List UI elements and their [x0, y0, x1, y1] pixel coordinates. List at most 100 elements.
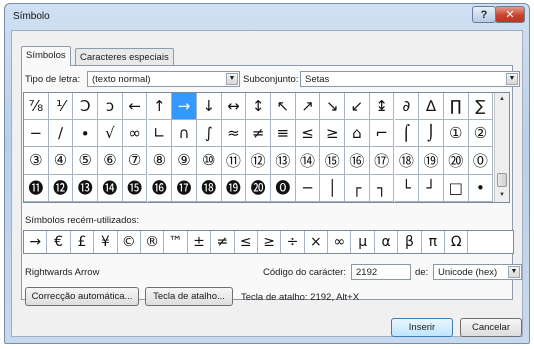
- symbol-cell[interactable]: Ↄ: [73, 93, 99, 121]
- recent-symbol-cell[interactable]: ±: [188, 231, 212, 253]
- close-button[interactable]: ✕: [495, 6, 525, 23]
- symbol-cell[interactable]: □: [443, 174, 469, 202]
- recent-symbol-cell[interactable]: £: [71, 231, 95, 253]
- symbol-cell[interactable]: ⓳: [221, 174, 247, 202]
- symbol-cell[interactable]: ⑬: [271, 147, 296, 175]
- symbol-cell[interactable]: ⑥: [98, 147, 123, 175]
- symbol-cell[interactable]: ①: [443, 120, 469, 148]
- symbol-cell[interactable]: ∩: [172, 120, 197, 148]
- symbol-cell[interactable]: ↔: [221, 93, 247, 121]
- symbol-cell[interactable]: ③: [24, 147, 49, 175]
- symbol-cell[interactable]: ∕: [48, 120, 74, 148]
- symbol-cell[interactable]: ⑦: [122, 147, 148, 175]
- symbol-cell[interactable]: ─: [295, 174, 321, 202]
- symbol-cell[interactable]: ┌: [345, 174, 370, 202]
- symbol-cell[interactable]: ↄ: [98, 93, 123, 121]
- tab-simbolos[interactable]: Símbolos: [21, 46, 71, 66]
- symbol-cell[interactable]: ⓮: [98, 174, 123, 202]
- subset-select[interactable]: Setas ▼: [300, 71, 520, 87]
- symbol-cell[interactable]: ⓰: [147, 174, 173, 202]
- symbol-cell[interactable]: ∟: [147, 120, 173, 148]
- recent-symbol-cell[interactable]: ™: [164, 231, 188, 253]
- recent-symbol-cell[interactable]: ≥: [258, 231, 282, 253]
- symbol-cell[interactable]: ≠: [246, 120, 271, 148]
- recent-symbol-cell[interactable]: ¥: [94, 231, 118, 253]
- recent-symbol-cell[interactable]: Ω: [445, 231, 469, 253]
- scroll-thumb[interactable]: [497, 173, 507, 187]
- symbol-cell[interactable]: ≤: [295, 120, 321, 148]
- symbol-cell[interactable]: └: [394, 174, 420, 202]
- symbol-cell[interactable]: →: [172, 93, 197, 121]
- symbol-cell[interactable]: ≡: [271, 120, 296, 148]
- symbol-cell[interactable]: ⌡: [419, 120, 444, 148]
- recent-symbol-cell[interactable]: €: [47, 231, 71, 253]
- recent-symbol-cell[interactable]: ©: [118, 231, 141, 253]
- recent-symbol-cell[interactable]: ®: [141, 231, 165, 253]
- recent-symbol-cell[interactable]: ≤: [235, 231, 258, 253]
- shortcut-key-button[interactable]: Tecla de atalho...: [145, 287, 233, 306]
- symbol-cell[interactable]: ⓪: [468, 147, 494, 175]
- symbol-cell[interactable]: ∏: [443, 93, 469, 121]
- symbol-cell[interactable]: −: [24, 120, 49, 148]
- symbol-cell[interactable]: ↖: [271, 93, 296, 121]
- symbol-cell[interactable]: ↙: [345, 93, 370, 121]
- symbol-cell[interactable]: ⌂: [345, 120, 370, 148]
- symbol-cell[interactable]: ∂: [394, 93, 420, 121]
- symbol-cell[interactable]: ⑫: [246, 147, 271, 175]
- recent-symbol-cell[interactable]: µ: [351, 231, 375, 253]
- scroll-down-icon[interactable]: ▼: [495, 189, 509, 202]
- grid-scrollbar[interactable]: ▲ ▼: [494, 93, 509, 202]
- recent-symbol-cell[interactable]: β: [398, 231, 422, 253]
- symbol-cell[interactable]: •: [468, 174, 494, 202]
- symbol-cell[interactable]: ┘: [419, 174, 444, 202]
- symbol-cell[interactable]: ∫: [196, 120, 222, 148]
- recent-symbol-cell[interactable]: ÷: [281, 231, 305, 253]
- symbol-cell[interactable]: ⅟: [48, 93, 74, 121]
- symbol-cell[interactable]: ↕: [246, 93, 271, 121]
- help-button[interactable]: ?: [472, 6, 496, 23]
- symbol-cell[interactable]: ↑: [147, 93, 173, 121]
- symbol-cell[interactable]: ⓱: [172, 174, 197, 202]
- symbol-cell[interactable]: ⓭: [73, 174, 99, 202]
- symbol-cell[interactable]: ⓴: [246, 174, 271, 202]
- recent-symbol-cell[interactable]: ×: [305, 231, 329, 253]
- symbol-cell[interactable]: ↘: [320, 93, 346, 121]
- insert-button[interactable]: Inserir: [391, 318, 453, 337]
- from-select[interactable]: Unicode (hex) ▼: [433, 264, 522, 280]
- symbol-cell[interactable]: ⌠: [394, 120, 420, 148]
- symbol-cell[interactable]: ⓫: [24, 174, 49, 202]
- tab-caracteres-especiais[interactable]: Caracteres especiais: [75, 48, 174, 65]
- symbol-cell[interactable]: ≥: [320, 120, 346, 148]
- symbol-cell[interactable]: ⑯: [345, 147, 370, 175]
- symbol-cell[interactable]: ⑩: [196, 147, 222, 175]
- symbol-cell[interactable]: ⓯: [122, 174, 148, 202]
- recent-symbol-cell[interactable]: ∞: [328, 231, 352, 253]
- autocorrect-button[interactable]: Correcção automática...: [25, 287, 139, 306]
- symbol-cell[interactable]: ∆: [419, 93, 444, 121]
- symbol-cell[interactable]: ⓿: [271, 174, 296, 202]
- symbol-cell[interactable]: ←: [122, 93, 148, 121]
- symbol-cell[interactable]: │: [320, 174, 346, 202]
- recent-symbol-cell[interactable]: π: [422, 231, 446, 253]
- symbol-cell[interactable]: ⑰: [369, 147, 395, 175]
- symbol-cell[interactable]: ↨: [369, 93, 395, 121]
- symbol-cell[interactable]: ⅞: [24, 93, 49, 121]
- symbol-cell[interactable]: ⑳: [443, 147, 469, 175]
- symbol-cell[interactable]: ┐: [369, 174, 395, 202]
- scroll-up-icon[interactable]: ▲: [495, 93, 509, 106]
- symbol-cell[interactable]: ↓: [196, 93, 222, 121]
- symbol-cell[interactable]: ≈: [221, 120, 247, 148]
- char-code-input[interactable]: 2192: [351, 264, 411, 280]
- symbol-cell[interactable]: ⑨: [172, 147, 197, 175]
- symbol-cell[interactable]: ⑭: [295, 147, 321, 175]
- symbol-cell[interactable]: ⑮: [320, 147, 346, 175]
- symbol-cell[interactable]: ⑧: [147, 147, 173, 175]
- symbol-cell[interactable]: ⑤: [73, 147, 99, 175]
- symbol-cell[interactable]: ⓲: [196, 174, 222, 202]
- symbol-cell[interactable]: ⑲: [419, 147, 444, 175]
- symbol-cell[interactable]: √: [98, 120, 123, 148]
- symbol-cell[interactable]: ↗: [295, 93, 321, 121]
- symbol-cell[interactable]: ⑱: [394, 147, 420, 175]
- font-select[interactable]: (texto normal) ▼: [87, 71, 240, 87]
- symbol-cell[interactable]: ⑪: [221, 147, 247, 175]
